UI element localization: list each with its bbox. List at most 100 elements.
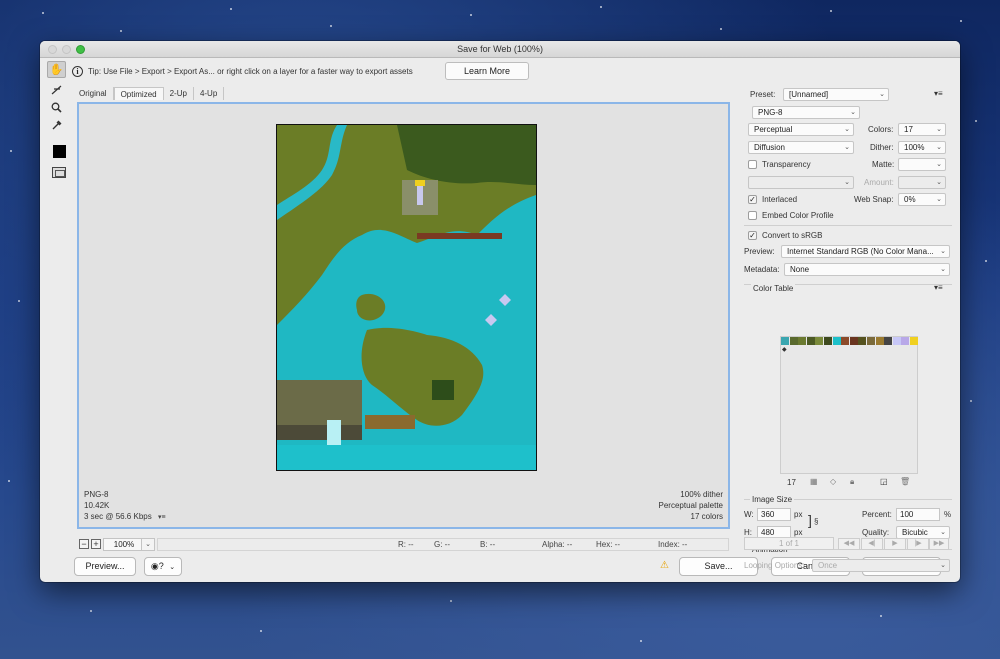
matte-label: Matte: xyxy=(872,160,895,169)
web-snap-dropdown[interactable]: 0% ⌄ xyxy=(898,193,946,206)
color-swatch[interactable] xyxy=(832,337,841,345)
zoom-out-button[interactable]: − xyxy=(79,539,89,549)
colors-label: Colors: xyxy=(868,125,894,134)
status-bar: − + 100% ⌄ R: -- G: -- B: -- Alpha: -- H… xyxy=(77,538,730,552)
color-table-menu-icon[interactable]: ▾≡ xyxy=(934,283,943,292)
optimized-preview-pane[interactable]: PNG-8 10.42K 3 sec @ 56.6 Kbps ▾≡ 100% d… xyxy=(77,102,730,529)
readout-b: B: -- xyxy=(480,540,496,549)
chevron-down-icon: ⌄ xyxy=(844,179,850,186)
looping-options-dropdown[interactable]: Once ⌄ xyxy=(812,559,950,572)
color-swatch[interactable] xyxy=(892,337,901,345)
new-color-icon[interactable]: ◲ xyxy=(880,477,888,486)
chevron-down-icon: ⌄ xyxy=(169,564,176,571)
width-unit: px xyxy=(794,510,803,519)
zoom-in-button[interactable]: + xyxy=(91,539,101,549)
lock-color-icon[interactable]: 🔒︎ xyxy=(850,477,854,487)
file-format-value: PNG-8 xyxy=(758,108,783,117)
color-swatch[interactable] xyxy=(910,337,918,345)
zoom-tool-icon[interactable] xyxy=(47,99,66,116)
eyedropper-color-swatch[interactable] xyxy=(53,145,66,158)
transparency-label: Transparency xyxy=(762,160,811,169)
chevron-down-icon: ⌄ xyxy=(936,196,942,203)
tab-original[interactable]: Original xyxy=(73,87,114,100)
next-frame-button[interactable]: |▶ xyxy=(907,538,929,550)
color-swatch[interactable] xyxy=(798,337,807,345)
embed-color-profile-checkbox[interactable] xyxy=(748,211,757,220)
looping-options-value: Once xyxy=(818,561,838,570)
last-frame-button[interactable]: ▶▶ xyxy=(929,538,949,550)
color-swatch[interactable] xyxy=(815,337,824,345)
title-bar: Save for Web (100%) xyxy=(40,41,960,58)
preview-profile-dropdown[interactable]: Internet Standard RGB (No Color Mana... ⌄ xyxy=(781,245,950,258)
toggle-slices-visibility-icon[interactable] xyxy=(52,167,66,178)
file-format-dropdown[interactable]: PNG-8 ⌄ xyxy=(752,106,860,119)
amount-field[interactable]: ⌄ xyxy=(898,176,946,189)
color-swatch[interactable] xyxy=(867,337,875,345)
preset-dropdown[interactable]: [Unnamed] ⌄ xyxy=(783,88,889,101)
hand-tool-icon[interactable]: ✋ xyxy=(47,61,66,78)
preview-button[interactable]: Preview... xyxy=(74,557,136,576)
transparency-checkbox[interactable] xyxy=(748,160,757,169)
percent-field[interactable]: 100 xyxy=(896,508,940,521)
browser-preview-button[interactable]: ◉? ⌄ xyxy=(144,557,182,576)
color-table[interactable]: ◆ xyxy=(780,336,918,474)
dither-amount-field[interactable]: 100% ⌄ xyxy=(898,141,946,154)
color-swatch[interactable] xyxy=(858,337,867,345)
colors-dropdown[interactable]: 17 ⌄ xyxy=(898,123,946,136)
download-time-info: 3 sec @ 56.6 Kbps ▾≡ xyxy=(84,512,166,521)
dither-info: 100% dither xyxy=(680,490,723,499)
chevron-down-icon: ⌄ xyxy=(879,91,885,98)
web-shift-icon[interactable]: ◇ xyxy=(830,477,836,486)
optimize-menu-icon[interactable]: ▾≡ xyxy=(934,89,943,98)
color-swatch[interactable] xyxy=(806,337,815,345)
zoom-level-dropdown-icon[interactable]: ⌄ xyxy=(141,538,155,551)
width-field[interactable]: 360 xyxy=(757,508,791,521)
color-swatch[interactable] xyxy=(884,337,893,345)
chevron-down-icon: ⌄ xyxy=(936,126,942,133)
delete-color-icon[interactable]: 🗑︎ xyxy=(900,477,910,486)
minimize-window-button[interactable] xyxy=(62,45,71,54)
web-snap-value: 0% xyxy=(904,195,916,204)
download-speed-menu-icon[interactable]: ▾≡ xyxy=(158,513,166,521)
zoom-window-button[interactable] xyxy=(76,45,85,54)
image-size-title: Image Size xyxy=(750,495,795,504)
link-chain-icon[interactable]: § xyxy=(814,517,818,526)
chevron-down-icon: ⌄ xyxy=(940,562,946,569)
amount-label: Amount: xyxy=(864,178,894,187)
color-swatch[interactable] xyxy=(824,337,832,345)
pixel-readout-box: R: -- G: -- B: -- Alpha: -- Hex: -- Inde… xyxy=(157,538,729,551)
color-swatch[interactable] xyxy=(781,337,789,345)
first-frame-button[interactable]: ◀◀ xyxy=(838,538,860,550)
slice-select-tool-icon[interactable] xyxy=(47,81,66,98)
dither-algorithm-dropdown[interactable]: Diffusion ⌄ xyxy=(748,141,854,154)
color-reduction-dropdown[interactable]: Perceptual ⌄ xyxy=(748,123,854,136)
close-window-button[interactable] xyxy=(48,45,57,54)
map-transparency-icon[interactable]: ▦ xyxy=(810,477,818,486)
tab-2-up[interactable]: 2-Up xyxy=(164,87,194,100)
matte-dropdown[interactable]: ⌄ xyxy=(898,158,946,171)
play-button[interactable]: ▶ xyxy=(884,538,906,550)
tip-text: Tip: Use File > Export > Export As... or… xyxy=(88,66,413,76)
transparency-dither-dropdown[interactable]: ⌄ xyxy=(748,176,854,189)
frame-counter: 1 of 1 xyxy=(744,537,834,550)
tab-4-up[interactable]: 4-Up xyxy=(194,87,225,100)
color-swatch[interactable] xyxy=(849,337,858,345)
metadata-dropdown[interactable]: None ⌄ xyxy=(784,263,950,276)
quality-value: Bicubic xyxy=(902,528,928,537)
previous-frame-button[interactable]: ◀| xyxy=(861,538,883,550)
preview-profile-value: Internet Standard RGB (No Color Mana... xyxy=(787,247,934,256)
tab-optimized[interactable]: Optimized xyxy=(113,87,164,100)
view-tabs: Original Optimized 2-Up 4-Up xyxy=(73,87,225,100)
readout-index: Index: -- xyxy=(658,540,688,549)
color-swatch[interactable] xyxy=(875,337,884,345)
convert-srgb-checkbox[interactable]: ✓ xyxy=(748,231,757,240)
color-swatch[interactable] xyxy=(789,337,798,345)
learn-more-button[interactable]: Learn More xyxy=(445,62,529,80)
color-count: 17 xyxy=(787,478,796,487)
color-swatch[interactable] xyxy=(901,337,910,345)
color-swatch[interactable] xyxy=(841,337,850,345)
zoom-level-field[interactable]: 100% xyxy=(103,538,145,551)
interlaced-checkbox[interactable]: ✓ xyxy=(748,195,757,204)
chevron-down-icon: ⌄ xyxy=(936,179,942,186)
eyedropper-tool-icon[interactable] xyxy=(47,117,66,134)
